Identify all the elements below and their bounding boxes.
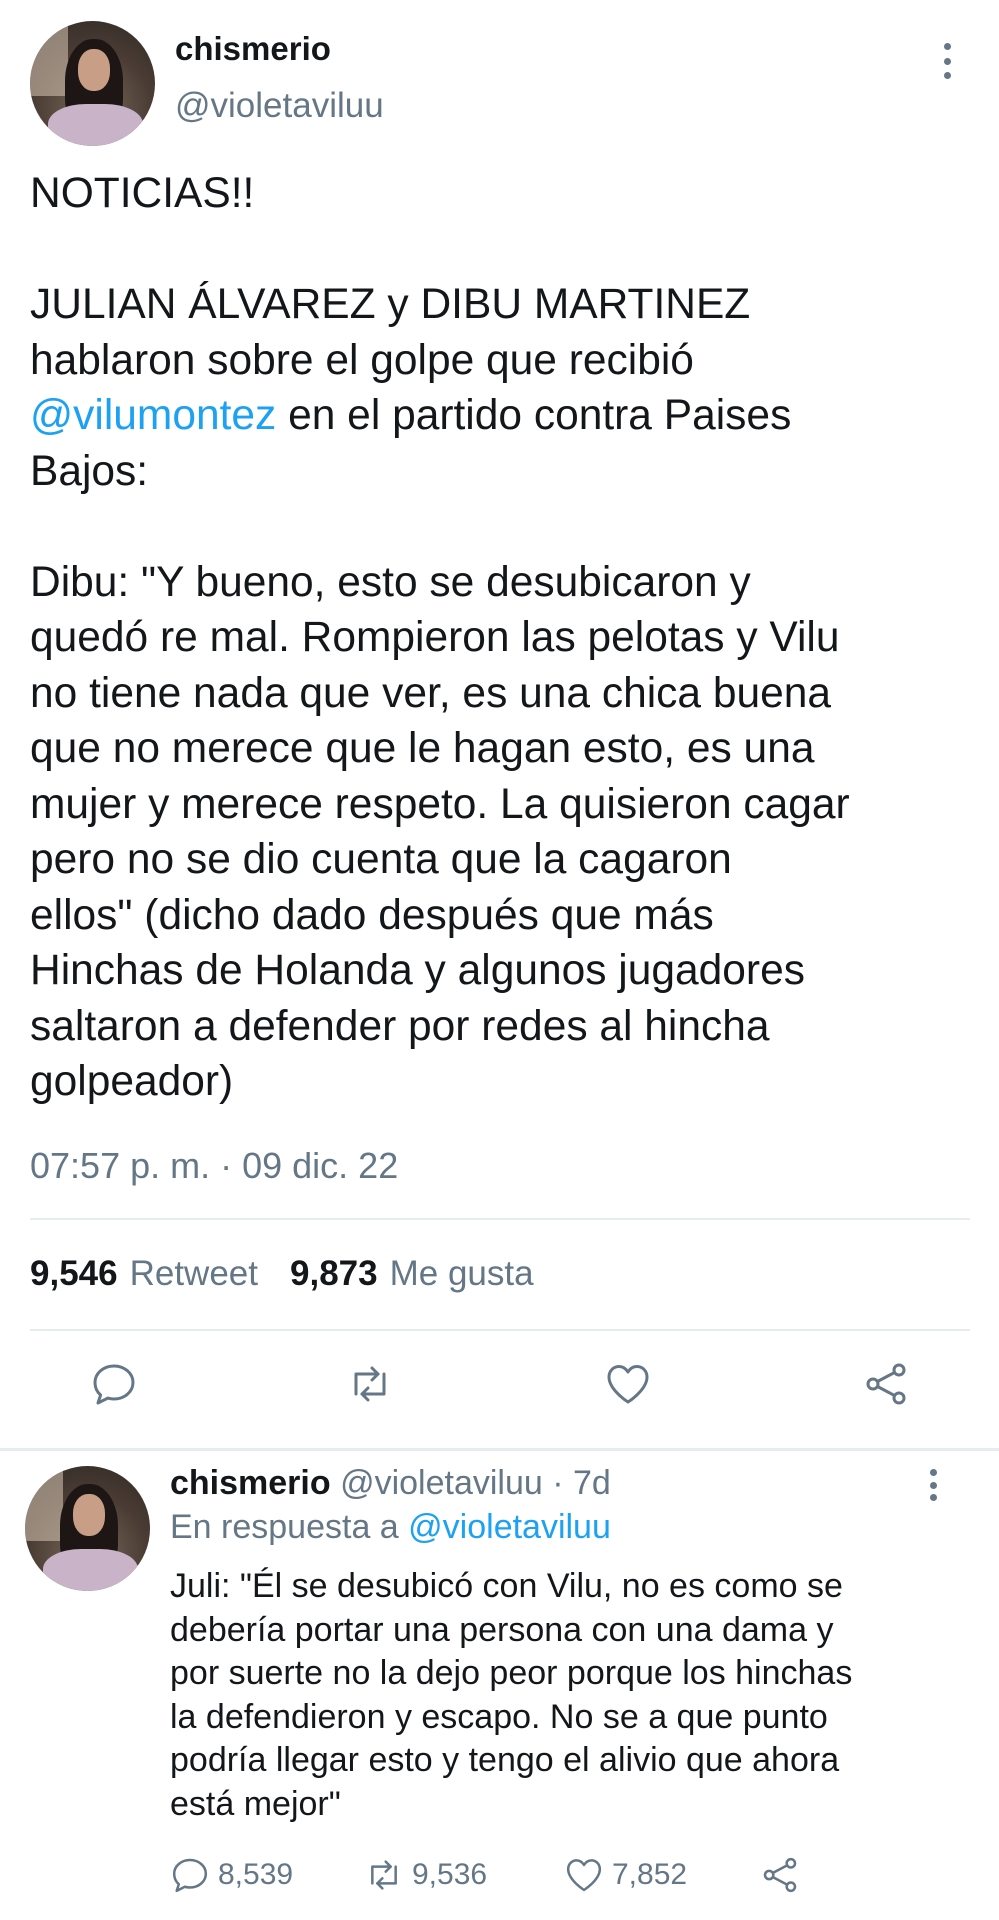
- reply-to-mention[interactable]: @violetaviluu: [408, 1508, 611, 1546]
- reply-share-button[interactable]: [760, 1855, 800, 1895]
- divider: [30, 1329, 970, 1331]
- likes-label[interactable]: Me gusta: [390, 1254, 534, 1294]
- reply-replies-count: 8,539: [218, 1858, 294, 1891]
- reply-author-name[interactable]: chismerio: [170, 1464, 331, 1502]
- mention-link[interactable]: @vilumontez: [30, 392, 276, 439]
- reply-more-options-icon[interactable]: [921, 1469, 945, 1501]
- author-display-name[interactable]: chismerio: [175, 30, 331, 68]
- retweet-icon: [371, 1860, 397, 1890]
- tweet-timestamp[interactable]: 07:57 p. m. · 09 dic. 22: [30, 1145, 398, 1187]
- reply-actions: 8,539 9,536 7,852: [170, 1855, 970, 1899]
- reply-icon[interactable]: [90, 1360, 138, 1408]
- share-icon[interactable]: [862, 1360, 910, 1408]
- reply-meta: @violetaviluu · 7d: [340, 1464, 611, 1502]
- reply-reply-button[interactable]: 8,539: [170, 1855, 293, 1895]
- reply-retweets-count: 9,536: [412, 1858, 488, 1891]
- main-tweet: chismerio @violetaviluu NOTICIAS!! JULIA…: [0, 0, 999, 1448]
- tweet-detail-page: chismerio @violetaviluu NOTICIAS!! JULIA…: [0, 0, 999, 1920]
- retweets-count[interactable]: 9,546: [30, 1254, 118, 1294]
- reply-retweet-button[interactable]: 9,536: [364, 1855, 487, 1895]
- more-options-icon[interactable]: [935, 43, 959, 79]
- retweet-icon[interactable]: [346, 1360, 394, 1408]
- retweets-label[interactable]: Retweet: [130, 1254, 258, 1294]
- heart-icon[interactable]: [604, 1360, 652, 1408]
- reply-to-line: En respuesta a @violetaviluu: [170, 1508, 611, 1546]
- section-divider: [0, 1448, 999, 1451]
- reply-icon: [172, 1858, 208, 1893]
- author-handle[interactable]: @violetaviluu: [175, 86, 384, 126]
- likes-count[interactable]: 9,873: [290, 1254, 378, 1294]
- avatar[interactable]: [30, 21, 155, 146]
- reply-likes-count: 7,852: [612, 1858, 688, 1891]
- reply-avatar[interactable]: [25, 1466, 150, 1591]
- divider: [30, 1218, 970, 1220]
- share-icon: [763, 1857, 797, 1893]
- reply-like-button[interactable]: 7,852: [564, 1855, 687, 1895]
- reply-header: chismerio @violetaviluu · 7d: [170, 1464, 611, 1503]
- heart-icon: [566, 1859, 602, 1892]
- tweet-actions: [0, 1360, 999, 1420]
- tweet-text: NOTICIAS!! JULIAN ÁLVAREZ y DIBU MARTINE…: [30, 170, 850, 1105]
- reply-text: Juli: "Él se desubicó con Vilu, no es co…: [170, 1567, 853, 1823]
- tweet-stats: 9,546 Retweet 9,873 Me gusta: [30, 1254, 534, 1294]
